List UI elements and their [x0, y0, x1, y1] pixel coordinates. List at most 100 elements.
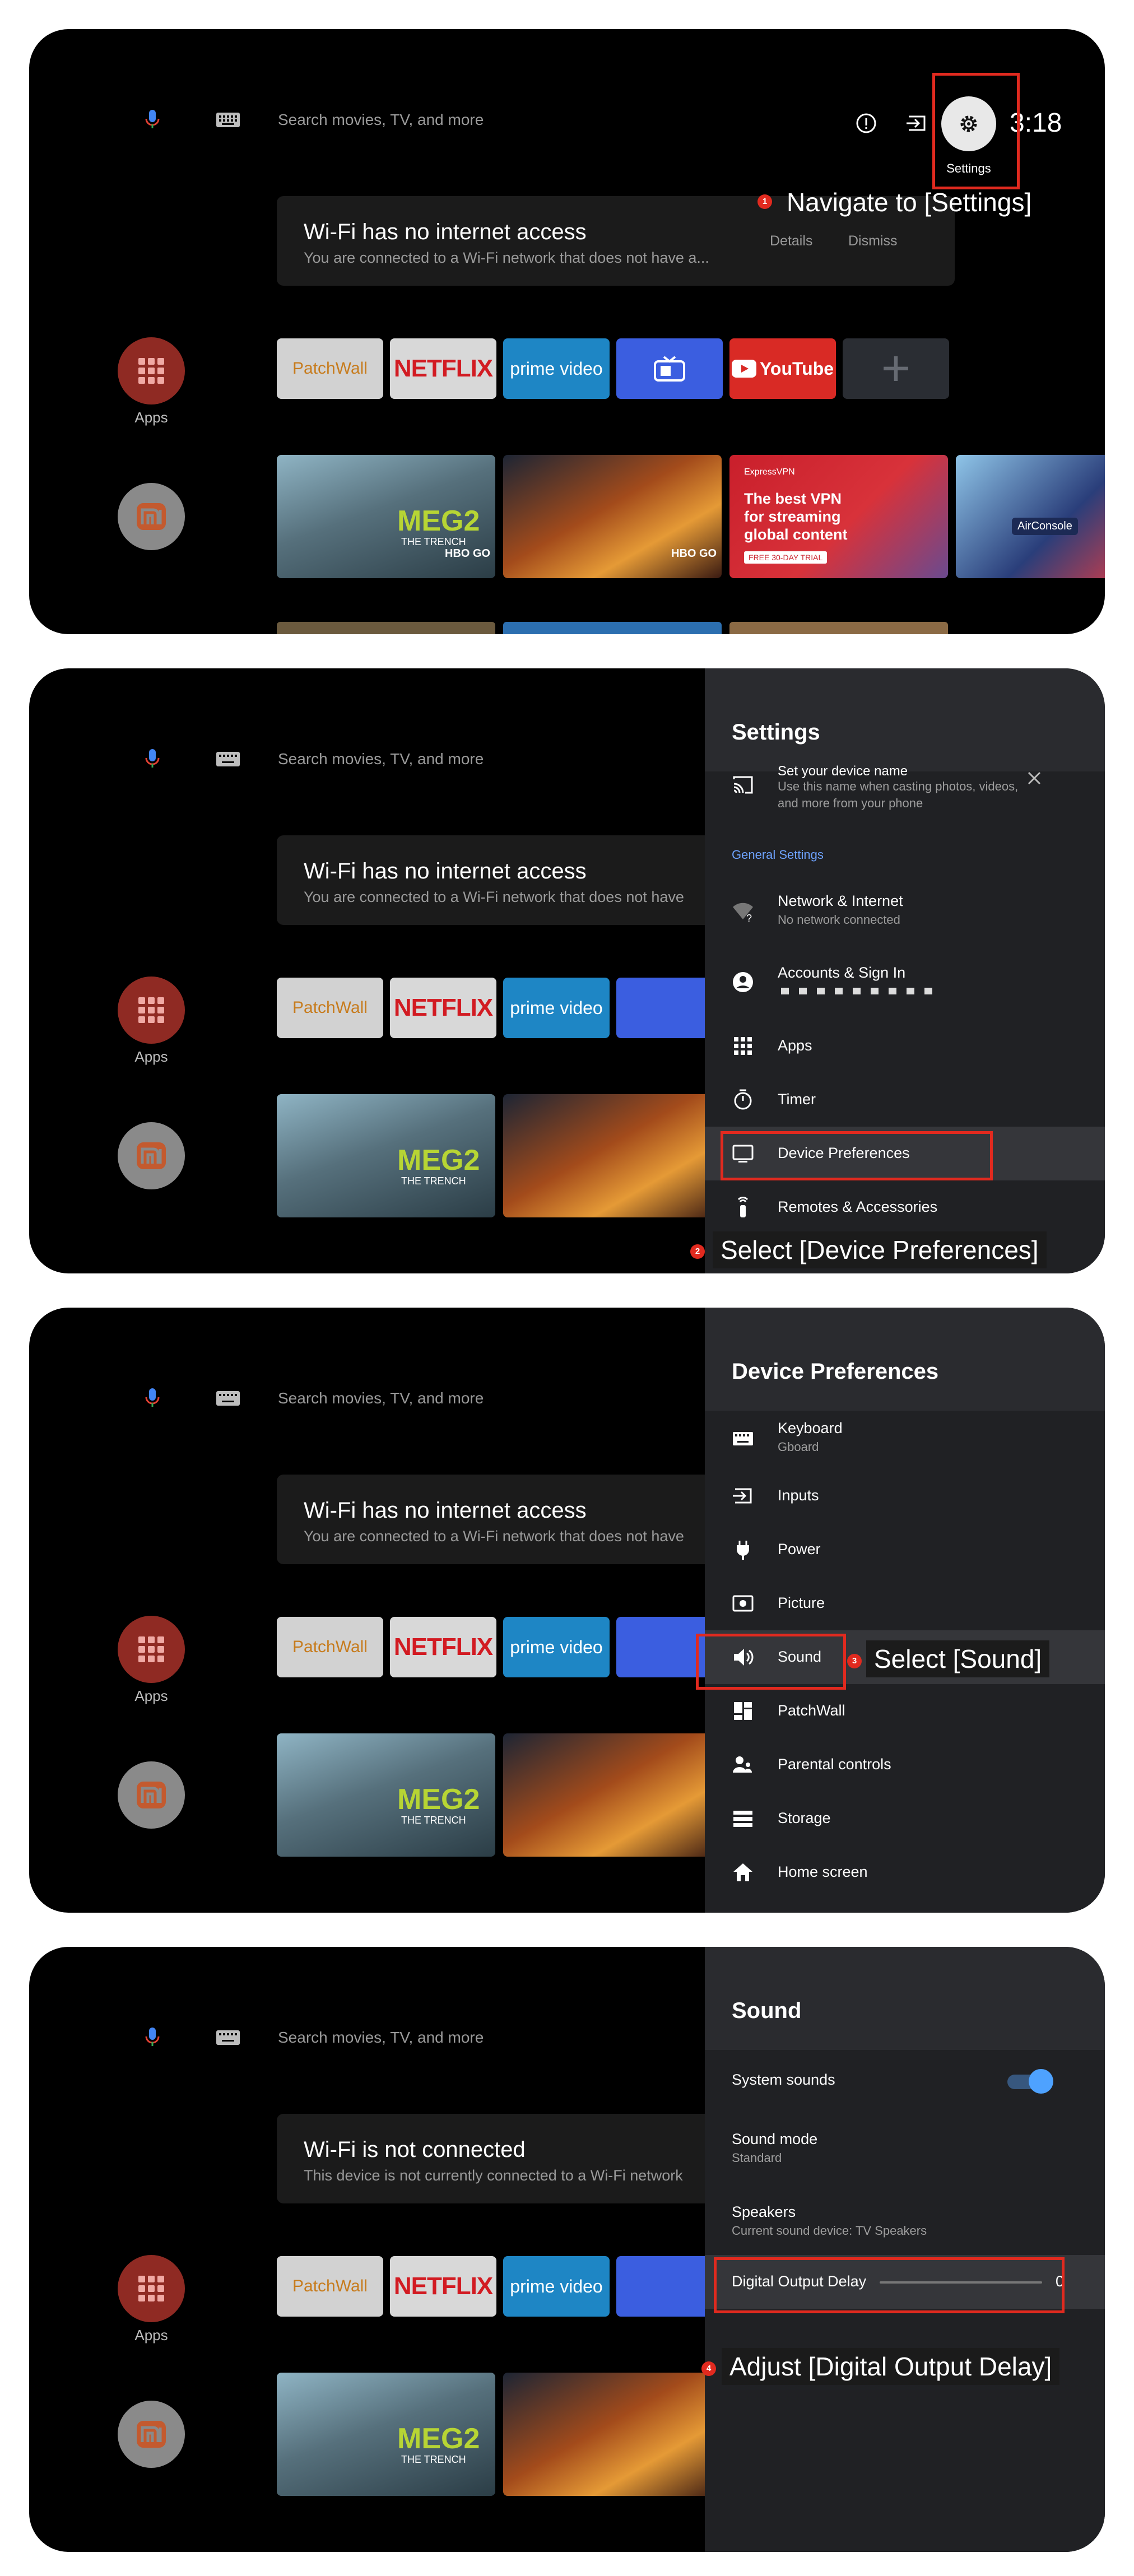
input-source-icon[interactable] — [905, 112, 928, 134]
general-settings-header: General Settings — [732, 848, 824, 862]
menu-timer[interactable]: Timer — [705, 1073, 1105, 1127]
notice-subtitle: You are connected to a Wi-Fi network tha… — [304, 1528, 684, 1545]
parental-label: Parental controls — [778, 1756, 891, 1773]
highlight-device-preferences — [721, 1131, 993, 1180]
menu-accounts[interactable]: Accounts & Sign In — [705, 955, 1105, 1009]
system-sounds-label: System sounds — [732, 2071, 835, 2088]
flash-content-card[interactable] — [503, 1094, 722, 1217]
search-input[interactable]: Search movies, TV, and more — [278, 750, 484, 768]
netflix-tile[interactable]: NETFLIX — [390, 1617, 496, 1677]
system-sounds-row[interactable]: System sounds — [705, 2050, 1105, 2112]
vpn-brand: ExpressVPN — [744, 467, 795, 477]
meg2-content-card[interactable]: MEG2 THE TRENCH — [277, 2373, 495, 2496]
info-icon[interactable] — [855, 112, 877, 134]
meg2-content-card[interactable]: MEG2 THE TRENCH — [277, 1094, 495, 1217]
sound-mode-label: Sound mode — [732, 2131, 818, 2147]
apps-icon — [734, 1037, 752, 1055]
menu-network[interactable]: ? Network & Internet No network connecte… — [705, 884, 1105, 937]
patchwall-tile[interactable]: PatchWall — [277, 2256, 383, 2317]
search-input[interactable]: Search movies, TV, and more — [278, 2029, 484, 2047]
menu-remotes[interactable]: Remotes & Accessories — [705, 1180, 1105, 1234]
mi-logo-icon — [137, 1142, 166, 1169]
patchwall-label: PatchWall — [778, 1702, 845, 1719]
close-icon[interactable] — [1026, 770, 1042, 786]
tv-icon — [654, 356, 685, 382]
speakers-row[interactable]: Speakers Current sound device: TV Speake… — [705, 2184, 1105, 2252]
step-badge-2: 2 — [690, 1244, 705, 1259]
accounts-label: Accounts & Sign In — [778, 964, 906, 981]
netflix-tile[interactable]: NETFLIX — [390, 338, 496, 399]
menu-home-screen[interactable]: Home screen — [705, 1845, 1105, 1899]
menu-inputs[interactable]: Inputs — [705, 1469, 1105, 1523]
meg2-content-card[interactable]: MEG2 THE TRENCH — [277, 1733, 495, 1857]
play-icon — [731, 360, 756, 378]
microphone-icon[interactable] — [141, 1386, 164, 1408]
input-icon — [733, 1488, 752, 1504]
flash-content-card[interactable] — [503, 1733, 722, 1857]
picture-icon — [732, 1595, 754, 1612]
keyboard-icon[interactable] — [216, 2030, 240, 2045]
apps-label: Apps — [134, 1687, 168, 1704]
apps-grid-icon — [138, 997, 164, 1023]
vpn-trial-badge: FREE 30-DAY TRIAL — [744, 551, 828, 564]
apps-menu-label: Apps — [778, 1037, 812, 1054]
screen-sound: Search movies, TV, and more Wi-Fi is not… — [29, 1947, 1105, 2552]
menu-picture[interactable]: Picture — [705, 1577, 1105, 1630]
vpn-ad-card[interactable]: ExpressVPN The best VPN for streaming gl… — [729, 455, 948, 578]
step-badge-4: 4 — [701, 2361, 716, 2376]
prime-video-tile[interactable]: prime video — [503, 338, 610, 399]
prime-video-tile[interactable]: prime video — [503, 978, 610, 1038]
keyboard-icon[interactable] — [216, 112, 240, 128]
dismiss-button[interactable]: Dismiss — [848, 233, 898, 249]
flash-content-card[interactable] — [503, 2373, 722, 2496]
details-button[interactable]: Details — [770, 233, 812, 249]
sound-panel: Sound System sounds Sound mode Standard … — [705, 1947, 1105, 2552]
menu-storage[interactable]: Storage — [705, 1792, 1105, 1845]
flash-content-card[interactable]: HBO GO — [503, 455, 722, 578]
cast-icon — [733, 776, 753, 794]
live-tv-tile[interactable] — [616, 338, 723, 399]
menu-apps[interactable]: Apps — [705, 1019, 1105, 1073]
apps-label: Apps — [134, 2327, 168, 2343]
keyboard-icon[interactable] — [216, 751, 240, 767]
patchwall-tile[interactable]: PatchWall — [277, 978, 383, 1038]
microphone-icon[interactable] — [141, 108, 164, 130]
keyboard-icon[interactable] — [216, 1391, 240, 1406]
sound-mode-row[interactable]: Sound mode Standard — [705, 2112, 1105, 2179]
meg2-title: MEG2 — [397, 1144, 480, 1177]
menu-patchwall[interactable]: PatchWall — [705, 1684, 1105, 1738]
search-input[interactable]: Search movies, TV, and more — [278, 1389, 484, 1407]
panel-title: Device Preferences — [732, 1359, 939, 1384]
prime-video-tile[interactable]: prime video — [503, 1617, 610, 1677]
apps-grid-icon — [138, 358, 164, 384]
menu-power[interactable]: Power — [705, 1523, 1105, 1577]
search-input[interactable]: Search movies, TV, and more — [278, 111, 484, 129]
menu-keyboard[interactable]: Keyboard Gboard — [705, 1411, 1105, 1464]
device-name-card[interactable]: Set your device name Use this name when … — [705, 764, 1105, 820]
airconsole-card[interactable]: AirConsole — [956, 455, 1105, 578]
screen-settings: Search movies, TV, and more Wi-Fi has no… — [29, 668, 1105, 1273]
patchwall-tile[interactable]: PatchWall — [277, 1617, 383, 1677]
prime-video-tile[interactable]: prime video — [503, 2256, 610, 2317]
keyboard-label: Keyboard — [778, 1420, 843, 1436]
toggle-knob — [1029, 2069, 1053, 2094]
microphone-icon[interactable] — [141, 747, 164, 769]
patchwall-tile[interactable]: PatchWall — [277, 338, 383, 399]
notice-title: Wi-Fi has no internet access — [304, 220, 587, 244]
device-name-title: Set your device name — [778, 764, 908, 779]
netflix-tile[interactable]: NETFLIX — [390, 2256, 496, 2317]
parental-icon — [733, 1756, 752, 1773]
add-app-tile[interactable]: + — [843, 338, 949, 399]
menu-parental-controls[interactable]: Parental controls — [705, 1738, 1105, 1792]
home-icon — [733, 1863, 752, 1881]
netflix-tile[interactable]: NETFLIX — [390, 978, 496, 1038]
panel-title: Settings — [732, 720, 820, 745]
network-label: Network & Internet — [778, 892, 903, 909]
apps-grid-icon — [138, 2276, 164, 2301]
meg2-content-card[interactable]: MEG2 THE TRENCH HBO GO — [277, 455, 495, 578]
device-name-desc: Use this name when casting photos, video… — [778, 779, 1019, 810]
youtube-tile[interactable]: YouTube — [729, 338, 836, 399]
step-instruction-1: Navigate to [Settings] — [787, 188, 1032, 217]
keyboard-icon — [733, 1432, 753, 1445]
microphone-icon[interactable] — [141, 2025, 164, 2048]
